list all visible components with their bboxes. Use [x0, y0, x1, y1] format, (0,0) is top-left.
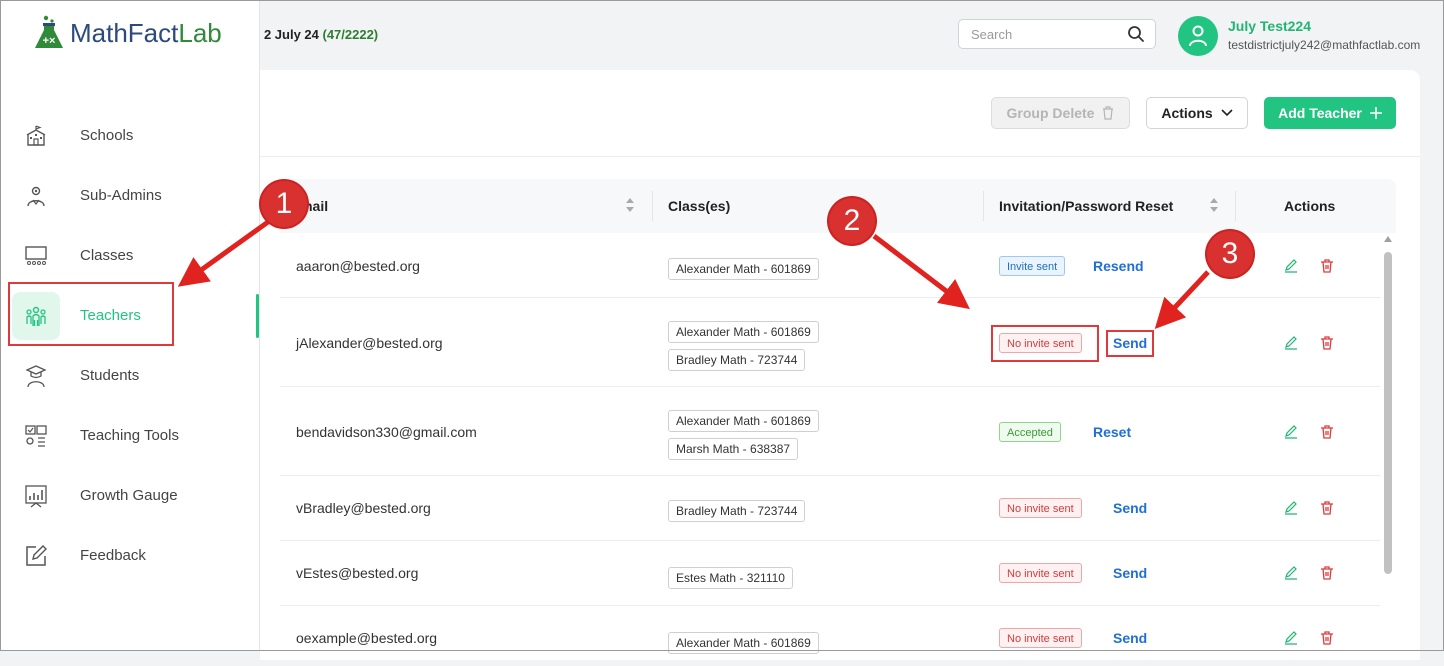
- step-2-callout: 2: [829, 198, 875, 244]
- arrow-1: [177, 219, 270, 287]
- step-1-callout: 1: [261, 181, 307, 227]
- arrow-2: [872, 234, 970, 310]
- step-3-callout: 3: [1207, 231, 1253, 277]
- annotation-arrows: [177, 219, 1210, 329]
- arrow-3: [1154, 270, 1210, 329]
